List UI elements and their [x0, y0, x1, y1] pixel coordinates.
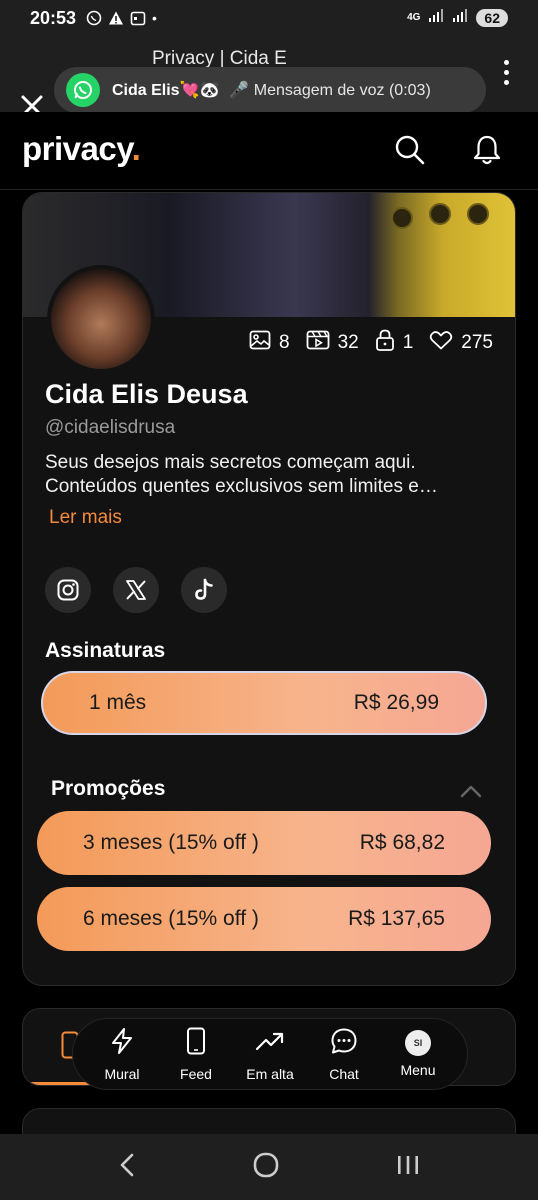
logo-text: privacy: [22, 130, 132, 167]
phone-icon: [186, 1027, 206, 1060]
nav-item-em-alta[interactable]: Em alta: [238, 1027, 302, 1082]
subscriptions-title: Assinaturas: [45, 639, 166, 662]
kebab-icon[interactable]: [504, 60, 512, 90]
nav-item-mural[interactable]: Mural: [90, 1027, 154, 1082]
bio-line: Conteúdos quentes exclusivos sem limites…: [45, 476, 438, 497]
notification-message: 🎤 Mensagem de voz (0:03): [229, 82, 431, 99]
instagram-icon[interactable]: [45, 567, 91, 613]
profile-bio: Seus desejos mais secretos começam aqui.…: [45, 451, 505, 499]
cover-detail: [467, 203, 489, 225]
signal-icon: [428, 8, 444, 27]
promo-button[interactable]: 6 meses (15% off ) R$ 137,65: [37, 887, 491, 951]
read-more-link[interactable]: Ler mais: [49, 507, 122, 529]
bell-icon[interactable]: [472, 134, 502, 171]
promo-price: R$ 68,82: [359, 831, 445, 854]
nav-item-chat[interactable]: Chat: [312, 1027, 376, 1082]
stat-videos: 32: [306, 330, 359, 356]
status-right-icons: 4G 62: [407, 8, 508, 27]
lightning-icon: [110, 1027, 134, 1060]
whatsapp-notification[interactable]: Cida Elis💘🐼 🎤 Mensagem de voz (0:03): [54, 67, 486, 113]
back-icon[interactable]: [117, 1151, 137, 1184]
image-icon: [249, 330, 271, 356]
stat-likes: 275: [429, 330, 493, 356]
battery-indicator: 62: [476, 8, 508, 27]
status-notification-icons: •: [86, 10, 157, 26]
home-icon[interactable]: [252, 1151, 280, 1184]
nav-label: Em alta: [246, 1065, 294, 1082]
promotions-title: Promoções: [51, 777, 166, 800]
logo-dot: .: [131, 130, 141, 167]
android-navigation-bar: [0, 1134, 538, 1200]
privacy-logo[interactable]: privacy.: [22, 130, 141, 168]
notification-sender: Cida Elis💘🐼: [112, 82, 220, 99]
status-time: 20:53: [30, 7, 77, 28]
whatsapp-status-icon: [86, 10, 102, 26]
nav-label: Mural: [104, 1065, 140, 1082]
bottom-nav: Mural Feed Em alta Chat SI Menu: [72, 1018, 468, 1090]
video-icon: [306, 330, 330, 356]
avatar-icon: SI: [405, 1030, 431, 1056]
heart-icon: [429, 330, 453, 356]
promo-label: 6 meses (15% off ): [83, 907, 259, 930]
network-type: 4G: [407, 12, 421, 23]
search-icon[interactable]: [394, 134, 426, 171]
lock-icon: [375, 329, 395, 357]
status-bar: 20:53 • 4G 62: [0, 0, 538, 36]
chat-icon: [330, 1027, 358, 1060]
signal-icon-2: [452, 8, 468, 27]
recents-icon[interactable]: [395, 1153, 421, 1182]
nav-label: Menu: [400, 1062, 436, 1078]
whatsapp-icon: [66, 73, 100, 107]
status-dot: •: [152, 10, 157, 26]
cover-detail: [429, 203, 451, 225]
plan-button[interactable]: 1 mês R$ 26,99: [41, 671, 487, 735]
nav-label: Chat: [329, 1065, 359, 1082]
profile-stats: 8 32 1 275: [249, 329, 493, 357]
nav-item-feed[interactable]: Feed: [164, 1027, 228, 1082]
plan-label: 1 mês: [89, 691, 147, 714]
promo-button[interactable]: 3 meses (15% off ) R$ 68,82: [37, 811, 491, 875]
profile-card: 8 32 1 275 Cida Elis Deusa @cidaelisdrus…: [22, 192, 516, 986]
stat-locked-count: 1: [402, 332, 414, 353]
tiktok-icon[interactable]: [181, 567, 227, 613]
chevron-up-icon[interactable]: [459, 783, 483, 804]
cover-detail: [391, 207, 413, 229]
profile-handle: @cidaelisdrusa: [45, 417, 176, 438]
bio-line: Seus desejos mais secretos começam aqui.: [45, 452, 416, 473]
calendar-icon: [130, 10, 146, 26]
warning-icon: [108, 10, 124, 26]
stat-locked: 1: [375, 329, 414, 357]
stat-likes-count: 275: [461, 332, 493, 353]
nav-item-menu[interactable]: SI Menu: [386, 1030, 450, 1078]
nav-label: Feed: [180, 1065, 212, 1082]
stat-videos-count: 32: [337, 332, 359, 353]
plan-price: R$ 26,99: [353, 691, 439, 714]
trending-icon: [255, 1027, 285, 1060]
social-links: [45, 567, 227, 613]
avatar[interactable]: [47, 265, 155, 373]
promo-label: 3 meses (15% off ): [83, 831, 259, 854]
x-twitter-icon[interactable]: [113, 567, 159, 613]
stat-images: 8: [249, 330, 290, 356]
stat-images-count: 8: [279, 332, 290, 353]
profile-name: Cida Elis Deusa: [45, 379, 248, 409]
promo-price: R$ 137,65: [348, 907, 445, 930]
site-header: privacy.: [0, 112, 538, 190]
